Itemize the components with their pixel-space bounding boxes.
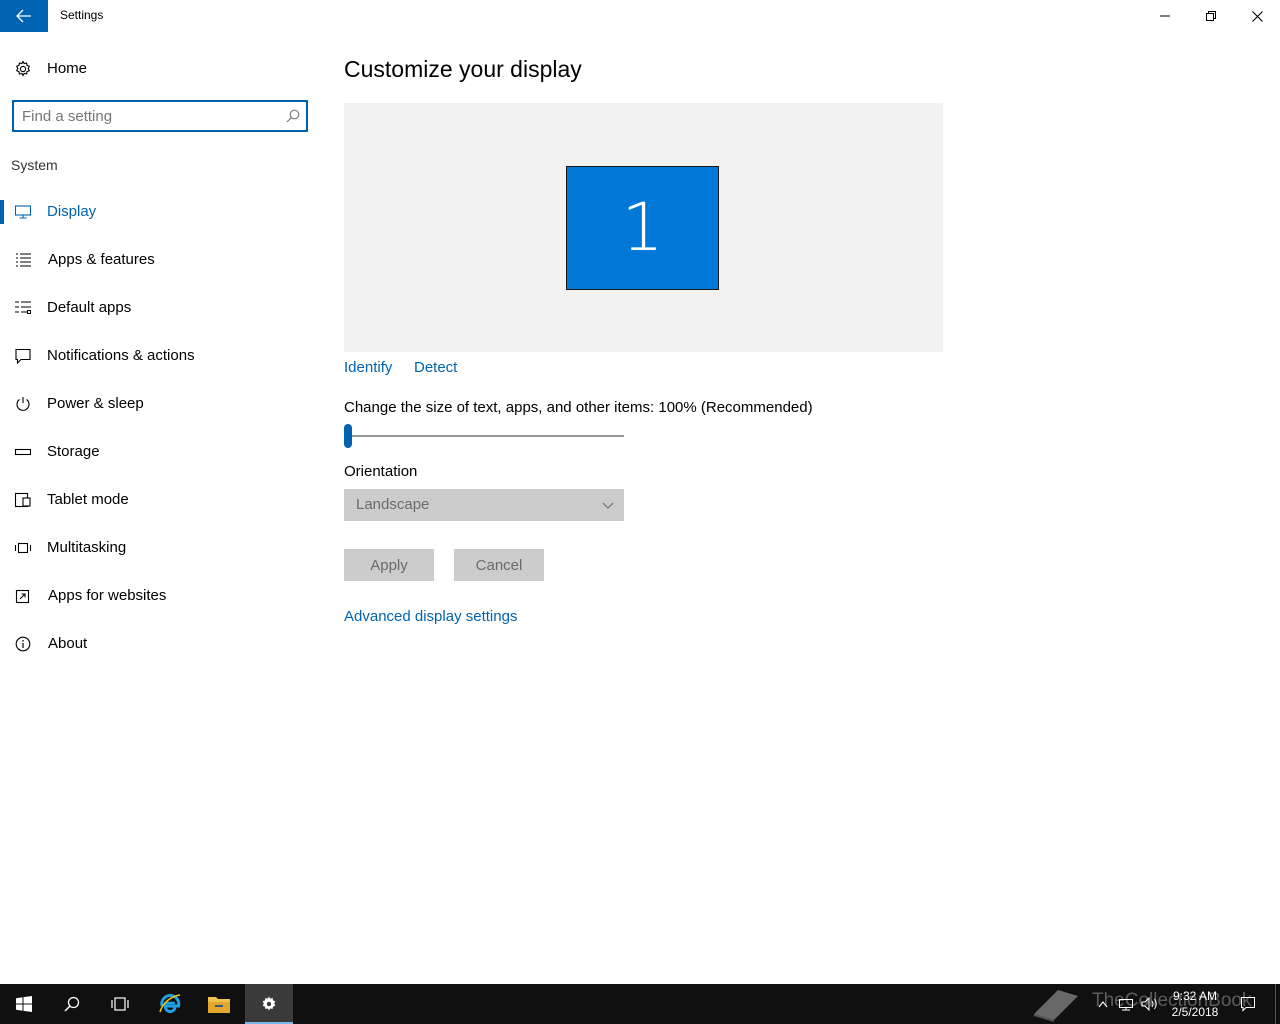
chevron-down-icon bbox=[602, 502, 614, 509]
advanced-display-settings-link[interactable]: Advanced display settings bbox=[344, 608, 517, 625]
action-center-icon bbox=[1241, 997, 1255, 1012]
sidebar-item-label: Display bbox=[47, 203, 97, 220]
sidebar-item-default-apps[interactable]: Default apps bbox=[0, 288, 320, 328]
search-field[interactable] bbox=[12, 100, 308, 132]
tablet-icon bbox=[14, 492, 31, 508]
restore-icon bbox=[1206, 11, 1216, 21]
show-hidden-icons-button[interactable] bbox=[1093, 984, 1113, 1024]
default-apps-icon bbox=[15, 301, 31, 314]
orientation-dropdown[interactable]: Landscape bbox=[344, 489, 624, 521]
sidebar-item-multitasking[interactable]: Multitasking bbox=[0, 528, 320, 568]
network-icon bbox=[1119, 999, 1133, 1011]
power-icon bbox=[16, 397, 30, 411]
identify-link[interactable]: Identify bbox=[344, 359, 392, 376]
monitor-icon bbox=[14, 205, 32, 219]
notification-icon bbox=[15, 348, 31, 364]
clock-date: 2/5/2018 bbox=[1171, 1005, 1219, 1019]
task-view-icon bbox=[111, 997, 129, 1011]
scale-slider[interactable] bbox=[344, 424, 624, 448]
apply-button[interactable]: Apply bbox=[344, 549, 434, 581]
settings-gear-icon bbox=[262, 996, 276, 1011]
slider-track bbox=[344, 435, 624, 437]
volume-icon bbox=[1141, 996, 1157, 1012]
sidebar-item-label: Power & sleep bbox=[47, 395, 144, 412]
book-icon bbox=[1034, 990, 1078, 1022]
minimize-button[interactable] bbox=[1142, 0, 1188, 32]
active-indicator bbox=[0, 200, 4, 224]
arrow-left-icon bbox=[16, 9, 31, 23]
start-button[interactable] bbox=[0, 984, 48, 1024]
gear-icon bbox=[15, 60, 31, 77]
cancel-button[interactable]: Cancel bbox=[454, 549, 544, 581]
file-explorer-icon bbox=[208, 997, 230, 1013]
search-icon bbox=[64, 996, 80, 1012]
sidebar-item-label: Apps & features bbox=[48, 251, 155, 268]
window-title: Settings bbox=[60, 8, 104, 22]
show-desktop-button[interactable] bbox=[1275, 984, 1280, 1024]
display-arrangement-area: 1 bbox=[344, 103, 943, 352]
network-tray-button[interactable] bbox=[1115, 984, 1137, 1024]
sidebar-item-apps-features[interactable]: Apps & features bbox=[0, 240, 320, 280]
minimize-icon bbox=[1160, 15, 1170, 17]
info-icon bbox=[15, 636, 31, 652]
sidebar-item-tablet-mode[interactable]: Tablet mode bbox=[0, 480, 320, 520]
file-explorer-button[interactable] bbox=[195, 984, 243, 1024]
task-view-button[interactable] bbox=[96, 984, 144, 1024]
taskbar-search-button[interactable] bbox=[48, 984, 96, 1024]
chevron-up-icon bbox=[1098, 1001, 1108, 1008]
detect-link[interactable]: Detect bbox=[414, 359, 457, 376]
clock-time: 9:32 AM bbox=[1172, 989, 1218, 1003]
scale-label: Change the size of text, apps, and other… bbox=[344, 399, 813, 416]
sidebar-home[interactable]: Home bbox=[0, 52, 320, 86]
sidebar-item-apps-websites[interactable]: Apps for websites bbox=[0, 576, 320, 616]
apps-websites-icon bbox=[15, 589, 30, 604]
search-input[interactable] bbox=[22, 106, 272, 126]
multitasking-icon bbox=[14, 542, 32, 554]
action-center-button[interactable] bbox=[1236, 984, 1260, 1024]
close-button[interactable] bbox=[1234, 0, 1280, 32]
taskbar-clock[interactable]: 9:32 AM 2/5/2018 bbox=[1164, 988, 1226, 1020]
back-button[interactable] bbox=[0, 0, 48, 32]
settings-taskbar-button[interactable] bbox=[245, 984, 293, 1024]
sidebar-item-about[interactable]: About bbox=[0, 624, 320, 664]
title-bar: Settings bbox=[0, 0, 1280, 32]
monitor-1[interactable]: 1 bbox=[566, 166, 719, 290]
orientation-value: Landscape bbox=[356, 496, 430, 513]
sidebar-item-label: Multitasking bbox=[47, 539, 127, 556]
orientation-label: Orientation bbox=[344, 463, 418, 480]
internet-explorer-button[interactable] bbox=[146, 984, 194, 1024]
sidebar-item-label: Default apps bbox=[47, 299, 132, 316]
taskbar: TheCollectionBook 9:32 AM 2/5/2018 bbox=[0, 984, 1280, 1024]
sidebar-item-label: Tablet mode bbox=[47, 491, 129, 508]
sidebar-item-label: Apps for websites bbox=[48, 587, 167, 604]
slider-thumb[interactable] bbox=[344, 424, 352, 448]
windows-start-icon bbox=[16, 996, 32, 1012]
monitor-number: 1 bbox=[621, 189, 664, 266]
page-title: Customize your display bbox=[344, 56, 582, 82]
sidebar-item-label: Notifications & actions bbox=[47, 347, 195, 364]
sidebar-item-power-sleep[interactable]: Power & sleep bbox=[0, 384, 320, 424]
sidebar-item-label: About bbox=[48, 635, 88, 652]
sidebar-item-notifications[interactable]: Notifications & actions bbox=[0, 336, 320, 376]
sidebar-home-label: Home bbox=[47, 60, 88, 77]
restore-button[interactable] bbox=[1188, 0, 1234, 32]
list-icon bbox=[16, 253, 31, 267]
storage-icon bbox=[14, 448, 32, 456]
internet-explorer-icon bbox=[159, 994, 181, 1014]
volume-tray-button[interactable] bbox=[1139, 984, 1161, 1024]
sidebar-item-storage[interactable]: Storage bbox=[0, 432, 320, 472]
sidebar-item-display[interactable]: Display bbox=[0, 192, 320, 232]
sidebar-section-title: System bbox=[11, 157, 58, 173]
close-icon bbox=[1251, 10, 1263, 22]
search-icon[interactable] bbox=[286, 109, 300, 123]
sidebar-item-label: Storage bbox=[47, 443, 100, 460]
